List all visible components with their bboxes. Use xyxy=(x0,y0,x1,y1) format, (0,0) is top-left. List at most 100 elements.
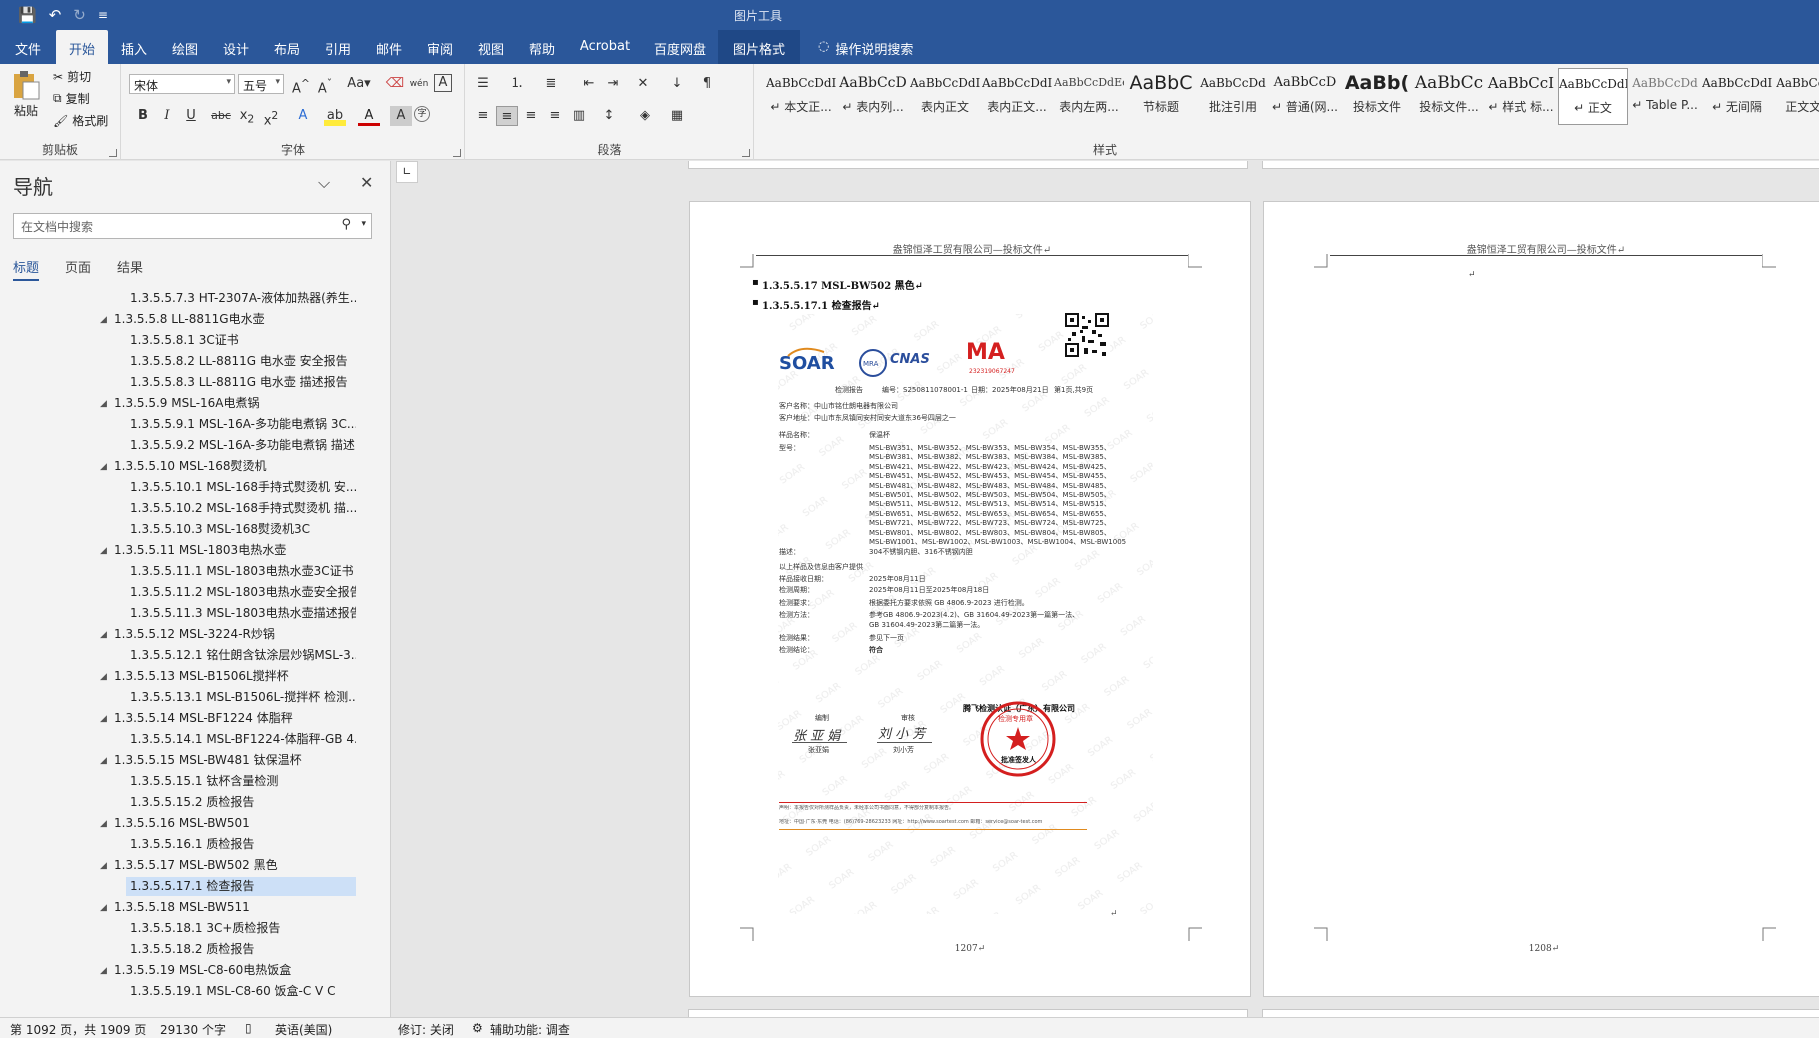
heading-item[interactable]: 1.3.5.5.10.2 MSL-168手持式熨烫机 描... xyxy=(126,499,356,518)
underline-icon[interactable]: U xyxy=(180,106,202,126)
char-shading-icon[interactable]: A xyxy=(390,106,412,126)
style-item[interactable]: AaBbCcDdI ↵ 本文正... xyxy=(766,68,836,125)
phonetic-guide-icon[interactable]: wén xyxy=(408,74,430,94)
heading-item[interactable]: 1.3.5.5.17.1 检查报告 xyxy=(126,877,356,896)
style-item[interactable]: AaBbCcI ↵ 样式 标... xyxy=(1486,68,1556,125)
style-item[interactable]: AaBbCcDdI ↵ 正文 xyxy=(1558,68,1628,125)
collapse-triangle-icon[interactable]: ◢ xyxy=(100,714,107,724)
heading-item[interactable]: 1.3.5.5.8.1 3C证书 xyxy=(126,331,356,350)
status-word-count[interactable]: 29130 个字 xyxy=(160,1021,226,1038)
heading-item[interactable]: 1.3.5.5.11.3 MSL-1803电热水壶描述报告 xyxy=(126,604,356,623)
tab-baidu-netdisk[interactable]: 百度网盘 xyxy=(642,30,718,64)
chevron-down-icon[interactable]: ▾ xyxy=(361,219,366,229)
heading-item[interactable]: 1.3.5.5.15 MSL-BW481 钛保温杯 xyxy=(110,751,356,770)
heading-item[interactable]: 1.3.5.5.9 MSL-16A电煮锅 xyxy=(110,394,356,413)
heading-item[interactable]: 1.3.5.5.14.1 MSL-BF1224-体脂秤-GB 4... xyxy=(126,730,356,749)
clipboard-launcher-icon[interactable] xyxy=(109,149,117,157)
font-launcher-icon[interactable] xyxy=(453,149,461,157)
doc-heading-1[interactable]: 1.3.5.5.17 MSL-BW502 黑色↵ xyxy=(762,277,923,292)
tab-selector-icon[interactable]: ∟ xyxy=(396,161,418,183)
style-item[interactable]: AaBbCcD ↵ 表内列... xyxy=(838,68,908,125)
line-spacing-icon[interactable]: ↕ xyxy=(598,106,620,126)
tab-view[interactable]: 视图 xyxy=(466,30,516,64)
show-marks-icon[interactable]: ¶ xyxy=(696,74,718,94)
subscript-icon[interactable]: x2 xyxy=(236,106,258,126)
document-page-left[interactable]: 盎锦恒泽工贸有限公司—投标文件↵ ▪ 1.3.5.5.17 MSL-BW502 … xyxy=(689,201,1251,997)
font-color-icon[interactable]: A xyxy=(358,106,380,126)
tab-file[interactable]: 文件 xyxy=(0,30,56,64)
strikethrough-icon[interactable]: abc xyxy=(210,106,232,126)
paragraph-launcher-icon[interactable] xyxy=(742,149,750,157)
sort-icon[interactable]: ↓ xyxy=(666,74,688,94)
style-item[interactable]: AaBbCcDdI 表内正文 xyxy=(910,68,980,125)
style-item[interactable]: AaBbCcDd 正文文... xyxy=(1774,68,1819,125)
doc-heading-2[interactable]: 1.3.5.5.17.1 检查报告↵ xyxy=(762,297,880,312)
report-image[interactable]: SOAR SOAR MRA CNAS MA 232319067247 检测报告 … xyxy=(778,312,1153,914)
document-page-right[interactable]: 盎锦恒泽工贸有限公司—投标文件↵ ↵ 1208↵ xyxy=(1263,201,1819,997)
proofing-icon[interactable]: ▯ xyxy=(245,1021,252,1035)
heading-item[interactable]: 1.3.5.5.15.1 钛杯含量检测 xyxy=(126,772,356,791)
heading-item[interactable]: 1.3.5.5.19.1 MSL-C8-60 饭盒-C V C xyxy=(126,982,356,1001)
paste-button[interactable]: 粘贴 xyxy=(12,70,40,119)
chevron-down-icon[interactable]: ⌵ xyxy=(318,173,330,193)
close-icon[interactable]: ✕ xyxy=(360,173,373,192)
tab-mailings[interactable]: 邮件 xyxy=(364,30,414,64)
increase-indent-icon[interactable]: ⇥ xyxy=(602,74,624,94)
heading-item[interactable]: 1.3.5.5.13.1 MSL-B1506L-搅拌杯 检测... xyxy=(126,688,356,707)
tab-references[interactable]: 引用 xyxy=(312,30,364,64)
clear-format-icon[interactable]: ⌫ xyxy=(384,74,406,94)
heading-item[interactable]: 1.3.5.5.8.2 LL-8811G 电水壶 安全报告 xyxy=(126,352,356,371)
italic-icon[interactable]: I xyxy=(156,106,178,126)
text-effects-icon[interactable]: A xyxy=(292,106,314,126)
heading-item[interactable]: 1.3.5.5.7.3 HT-2307A-液体加热器(养生... xyxy=(126,289,356,308)
tab-insert[interactable]: 插入 xyxy=(108,30,160,64)
collapse-triangle-icon[interactable]: ◢ xyxy=(100,819,107,829)
status-track-changes[interactable]: 修订: 关闭 xyxy=(398,1021,454,1038)
heading-item[interactable]: 1.3.5.5.14 MSL-BF1224 体脂秤 xyxy=(110,709,356,728)
align-center-icon[interactable]: ≡ xyxy=(496,106,518,126)
heading-item[interactable]: 1.3.5.5.11.2 MSL-1803电热水壶安全报告 xyxy=(126,583,356,602)
justify-icon[interactable]: ≡ xyxy=(544,106,566,126)
cut-button[interactable]: ✂ 剪切 xyxy=(53,68,91,85)
font-size-combo[interactable]: 五号 ▾ xyxy=(238,74,284,94)
numbering-icon[interactable]: ⒈ xyxy=(506,74,528,94)
search-icon[interactable]: ⚲ xyxy=(341,217,351,232)
undo-icon[interactable]: ↶ xyxy=(49,6,62,24)
tab-acrobat[interactable]: Acrobat xyxy=(568,30,642,64)
heading-item[interactable]: 1.3.5.5.8.3 LL-8811G 电水壶 描述报告 xyxy=(126,373,356,392)
copy-button[interactable]: ⧉ 复制 xyxy=(53,90,90,107)
heading-item[interactable]: 1.3.5.5.16.1 质检报告 xyxy=(126,835,356,854)
collapse-triangle-icon[interactable]: ◢ xyxy=(100,672,107,682)
heading-item[interactable]: 1.3.5.5.19 MSL-C8-60电热饭盒 xyxy=(110,961,356,980)
tab-draw[interactable]: 绘图 xyxy=(160,30,210,64)
collapse-triangle-icon[interactable]: ◢ xyxy=(100,546,107,556)
collapse-triangle-icon[interactable]: ◢ xyxy=(100,462,107,472)
style-item[interactable]: AaBbCcDdI ↵ 无间隔 xyxy=(1702,68,1772,125)
char-border-icon[interactable]: A xyxy=(434,74,452,92)
customize-qat-icon[interactable]: ≡ xyxy=(98,6,108,24)
tab-layout[interactable]: 布局 xyxy=(262,30,312,64)
distributed-icon[interactable]: ▥ xyxy=(568,106,590,126)
collapse-triangle-icon[interactable]: ◢ xyxy=(100,861,107,871)
superscript-icon[interactable]: x2 xyxy=(260,106,282,128)
style-item[interactable]: AaBbCc 投标文件... xyxy=(1414,68,1484,125)
nav-search-input[interactable]: 在文档中搜索 ⚲ ▾ xyxy=(13,213,372,239)
style-item[interactable]: AaBb(投标文件 xyxy=(1342,68,1412,125)
shading-icon[interactable]: ◈ xyxy=(634,106,656,126)
heading-item[interactable]: 1.3.5.5.16 MSL-BW501 xyxy=(110,814,356,833)
collapse-triangle-icon[interactable]: ◢ xyxy=(100,756,107,766)
style-item[interactable]: AaBbCcDd ↵ Table P... xyxy=(1630,68,1700,125)
nav-tab-results[interactable]: 结果 xyxy=(117,257,143,281)
align-left-icon[interactable]: ≡ xyxy=(472,106,494,126)
decrease-indent-icon[interactable]: ⇤ xyxy=(578,74,600,94)
tell-me-search[interactable]: ◌ 操作说明搜索 xyxy=(800,30,913,64)
heading-item[interactable]: 1.3.5.5.18 MSL-BW511 xyxy=(110,898,356,917)
tab-home[interactable]: 开始 xyxy=(56,30,108,64)
style-item[interactable]: AaBbCcDdEe 表内左两... xyxy=(1054,68,1124,125)
grow-font-icon[interactable]: A^ xyxy=(290,74,312,96)
highlight-icon[interactable]: ab xyxy=(324,106,346,126)
collapse-triangle-icon[interactable]: ◢ xyxy=(100,399,107,409)
collapse-triangle-icon[interactable]: ◢ xyxy=(100,966,107,976)
heading-item[interactable]: 1.3.5.5.12.1 铭仕朗含钛涂层炒锅MSL-3... xyxy=(126,646,356,665)
status-language[interactable]: 英语(美国) xyxy=(275,1021,332,1038)
